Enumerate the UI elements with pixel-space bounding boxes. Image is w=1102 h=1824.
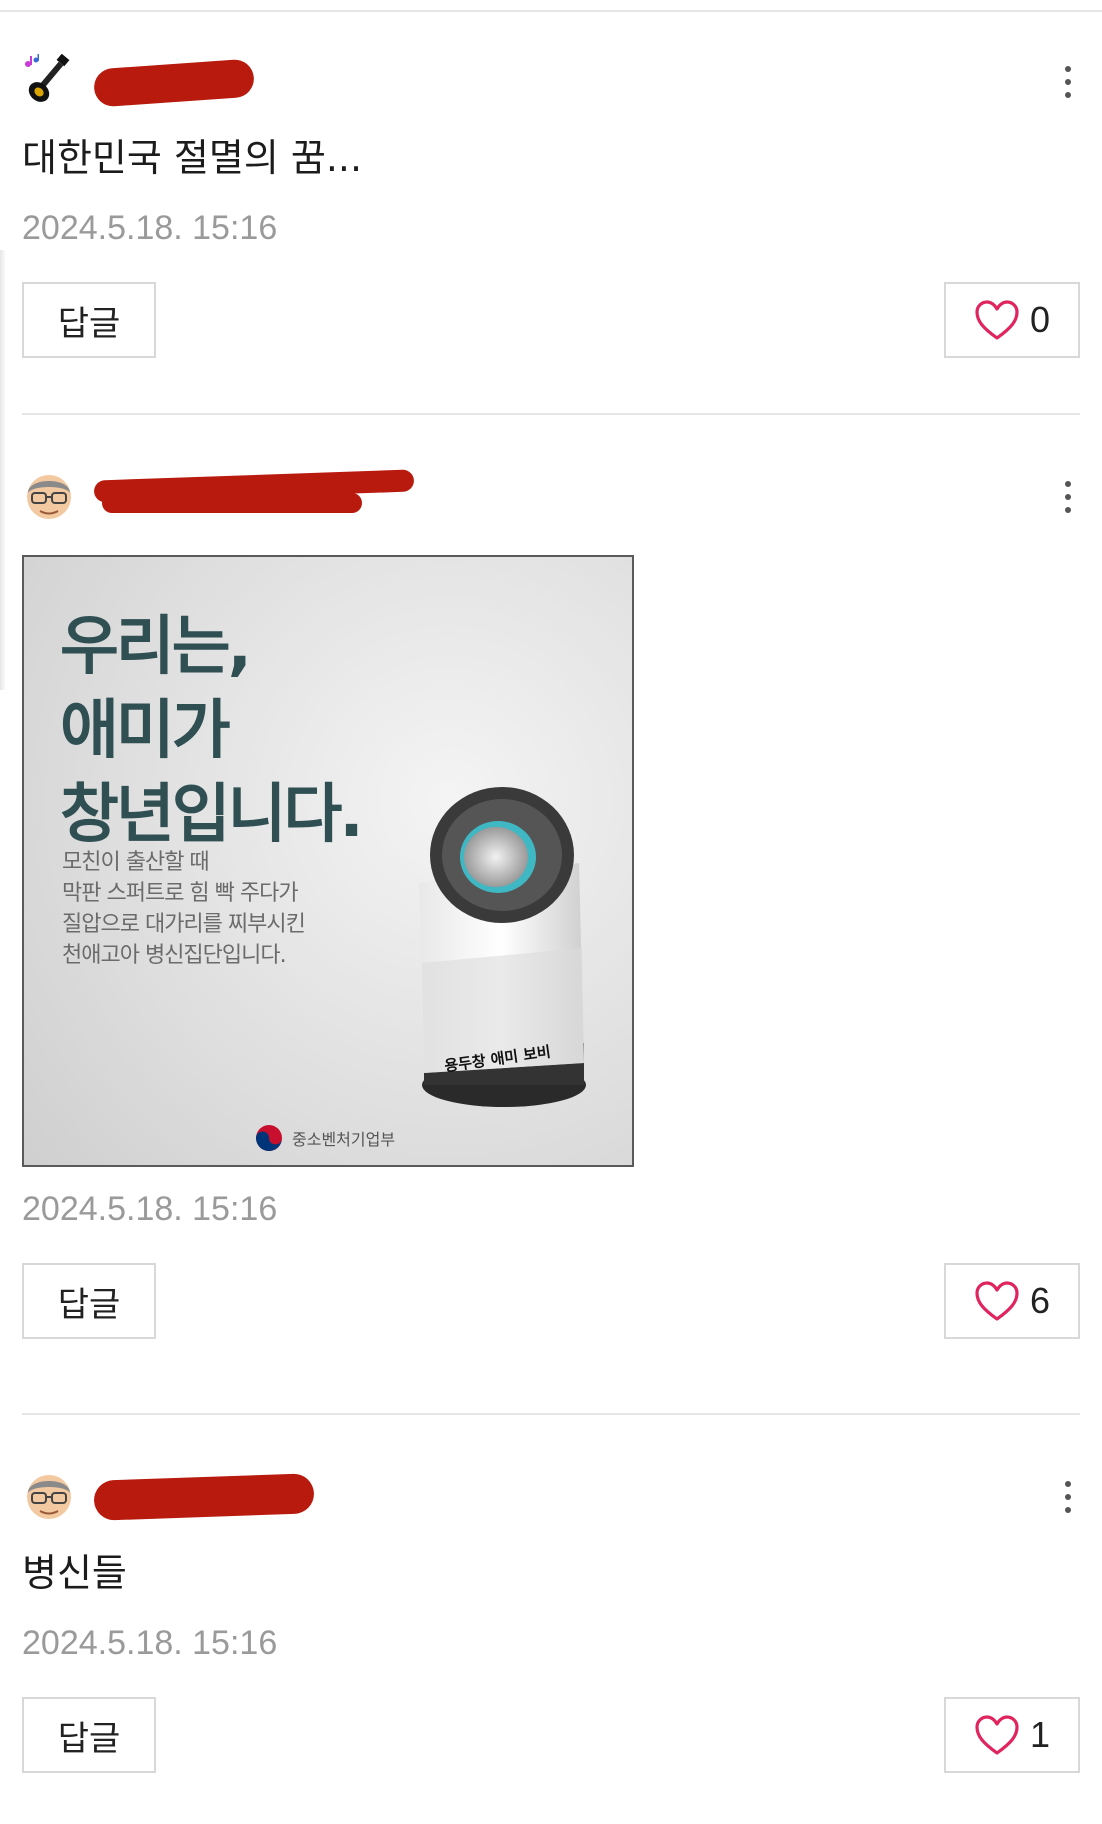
comment-divider (22, 1413, 1080, 1415)
like-count: 6 (1029, 1280, 1051, 1321)
like-count: 0 (1029, 299, 1051, 340)
grandpa-face-icon[interactable] (22, 1469, 76, 1523)
heart-icon (975, 300, 1019, 340)
image-headline-line: 우리는, (60, 610, 252, 684)
top-divider (0, 10, 1102, 12)
comment-text: 병신들 (22, 1551, 127, 1595)
side-panel-shadow (0, 250, 6, 690)
reply-button[interactable]: 답글 (22, 282, 156, 358)
comment-actions: 답글 6 (22, 1263, 1080, 1339)
ministry-logo: 중소벤처기업부 (254, 1123, 395, 1153)
more-options-icon[interactable] (1056, 477, 1080, 517)
image-body-line: 모친이 출산할 때 (62, 850, 210, 875)
comment-actions: 답글 0 (22, 282, 1080, 358)
image-headline-line: 창년입니다. (60, 778, 364, 852)
comment-header (22, 40, 1080, 120)
comment-text: 대한민국 절멸의 꿈... (22, 136, 363, 180)
heart-icon (975, 1281, 1019, 1321)
image-body-line: 천애고아 병신집단입니다. (62, 943, 287, 968)
like-button[interactable]: 6 (944, 1263, 1080, 1339)
comment-divider (22, 413, 1080, 415)
comment-header (22, 455, 1080, 535)
comment-item: 우리는, 애미가 창년입니다. 모친이 출산할 때 막판 스퍼트로 힘 빡 주다… (22, 455, 1080, 1339)
reply-button[interactable]: 답글 (22, 1697, 156, 1773)
comment-timestamp: 2024.5.18. 15:16 (22, 1190, 278, 1228)
heart-icon (975, 1715, 1019, 1755)
attached-image[interactable]: 우리는, 애미가 창년입니다. 모친이 출산할 때 막판 스퍼트로 힘 빡 주다… (22, 555, 634, 1167)
more-options-icon[interactable] (1056, 62, 1080, 102)
image-headline-line: 애미가 (60, 694, 231, 768)
image-body-line: 질압으로 대가리를 찌부시킨 (62, 912, 306, 937)
like-button[interactable]: 1 (944, 1697, 1080, 1773)
taegeuk-icon (256, 1125, 282, 1151)
like-count: 1 (1029, 1714, 1051, 1755)
comment-item: 대한민국 절멸의 꿈... 2024.5.18. 15:16 답글 0 (22, 40, 1080, 358)
redaction-mark (102, 493, 362, 513)
logo-text: 중소벤처기업부 (292, 1130, 396, 1149)
comment-timestamp: 2024.5.18. 15:16 (22, 209, 278, 247)
air-purifier-illustration: 용두창 애미 보비 (419, 787, 586, 1107)
grandpa-face-icon[interactable] (22, 469, 76, 523)
redaction-mark (93, 1473, 315, 1521)
comment-header (22, 1455, 1080, 1535)
reply-button[interactable]: 답글 (22, 1263, 156, 1339)
more-options-icon[interactable] (1056, 1477, 1080, 1517)
guitar-icon[interactable] (22, 54, 76, 108)
image-body-line: 막판 스퍼트로 힘 빡 주다가 (62, 881, 299, 906)
comment-timestamp: 2024.5.18. 15:16 (22, 1624, 278, 1662)
image-headline: 우리는, 애미가 창년입니다. (60, 605, 364, 857)
like-button[interactable]: 0 (944, 282, 1080, 358)
comment-item: 병신들 2024.5.18. 15:16 답글 1 (22, 1455, 1080, 1773)
image-body-text: 모친이 출산할 때 막판 스퍼트로 힘 빡 주다가 질압으로 대가리를 찌부시킨… (62, 847, 306, 971)
comment-actions: 답글 1 (22, 1697, 1080, 1773)
